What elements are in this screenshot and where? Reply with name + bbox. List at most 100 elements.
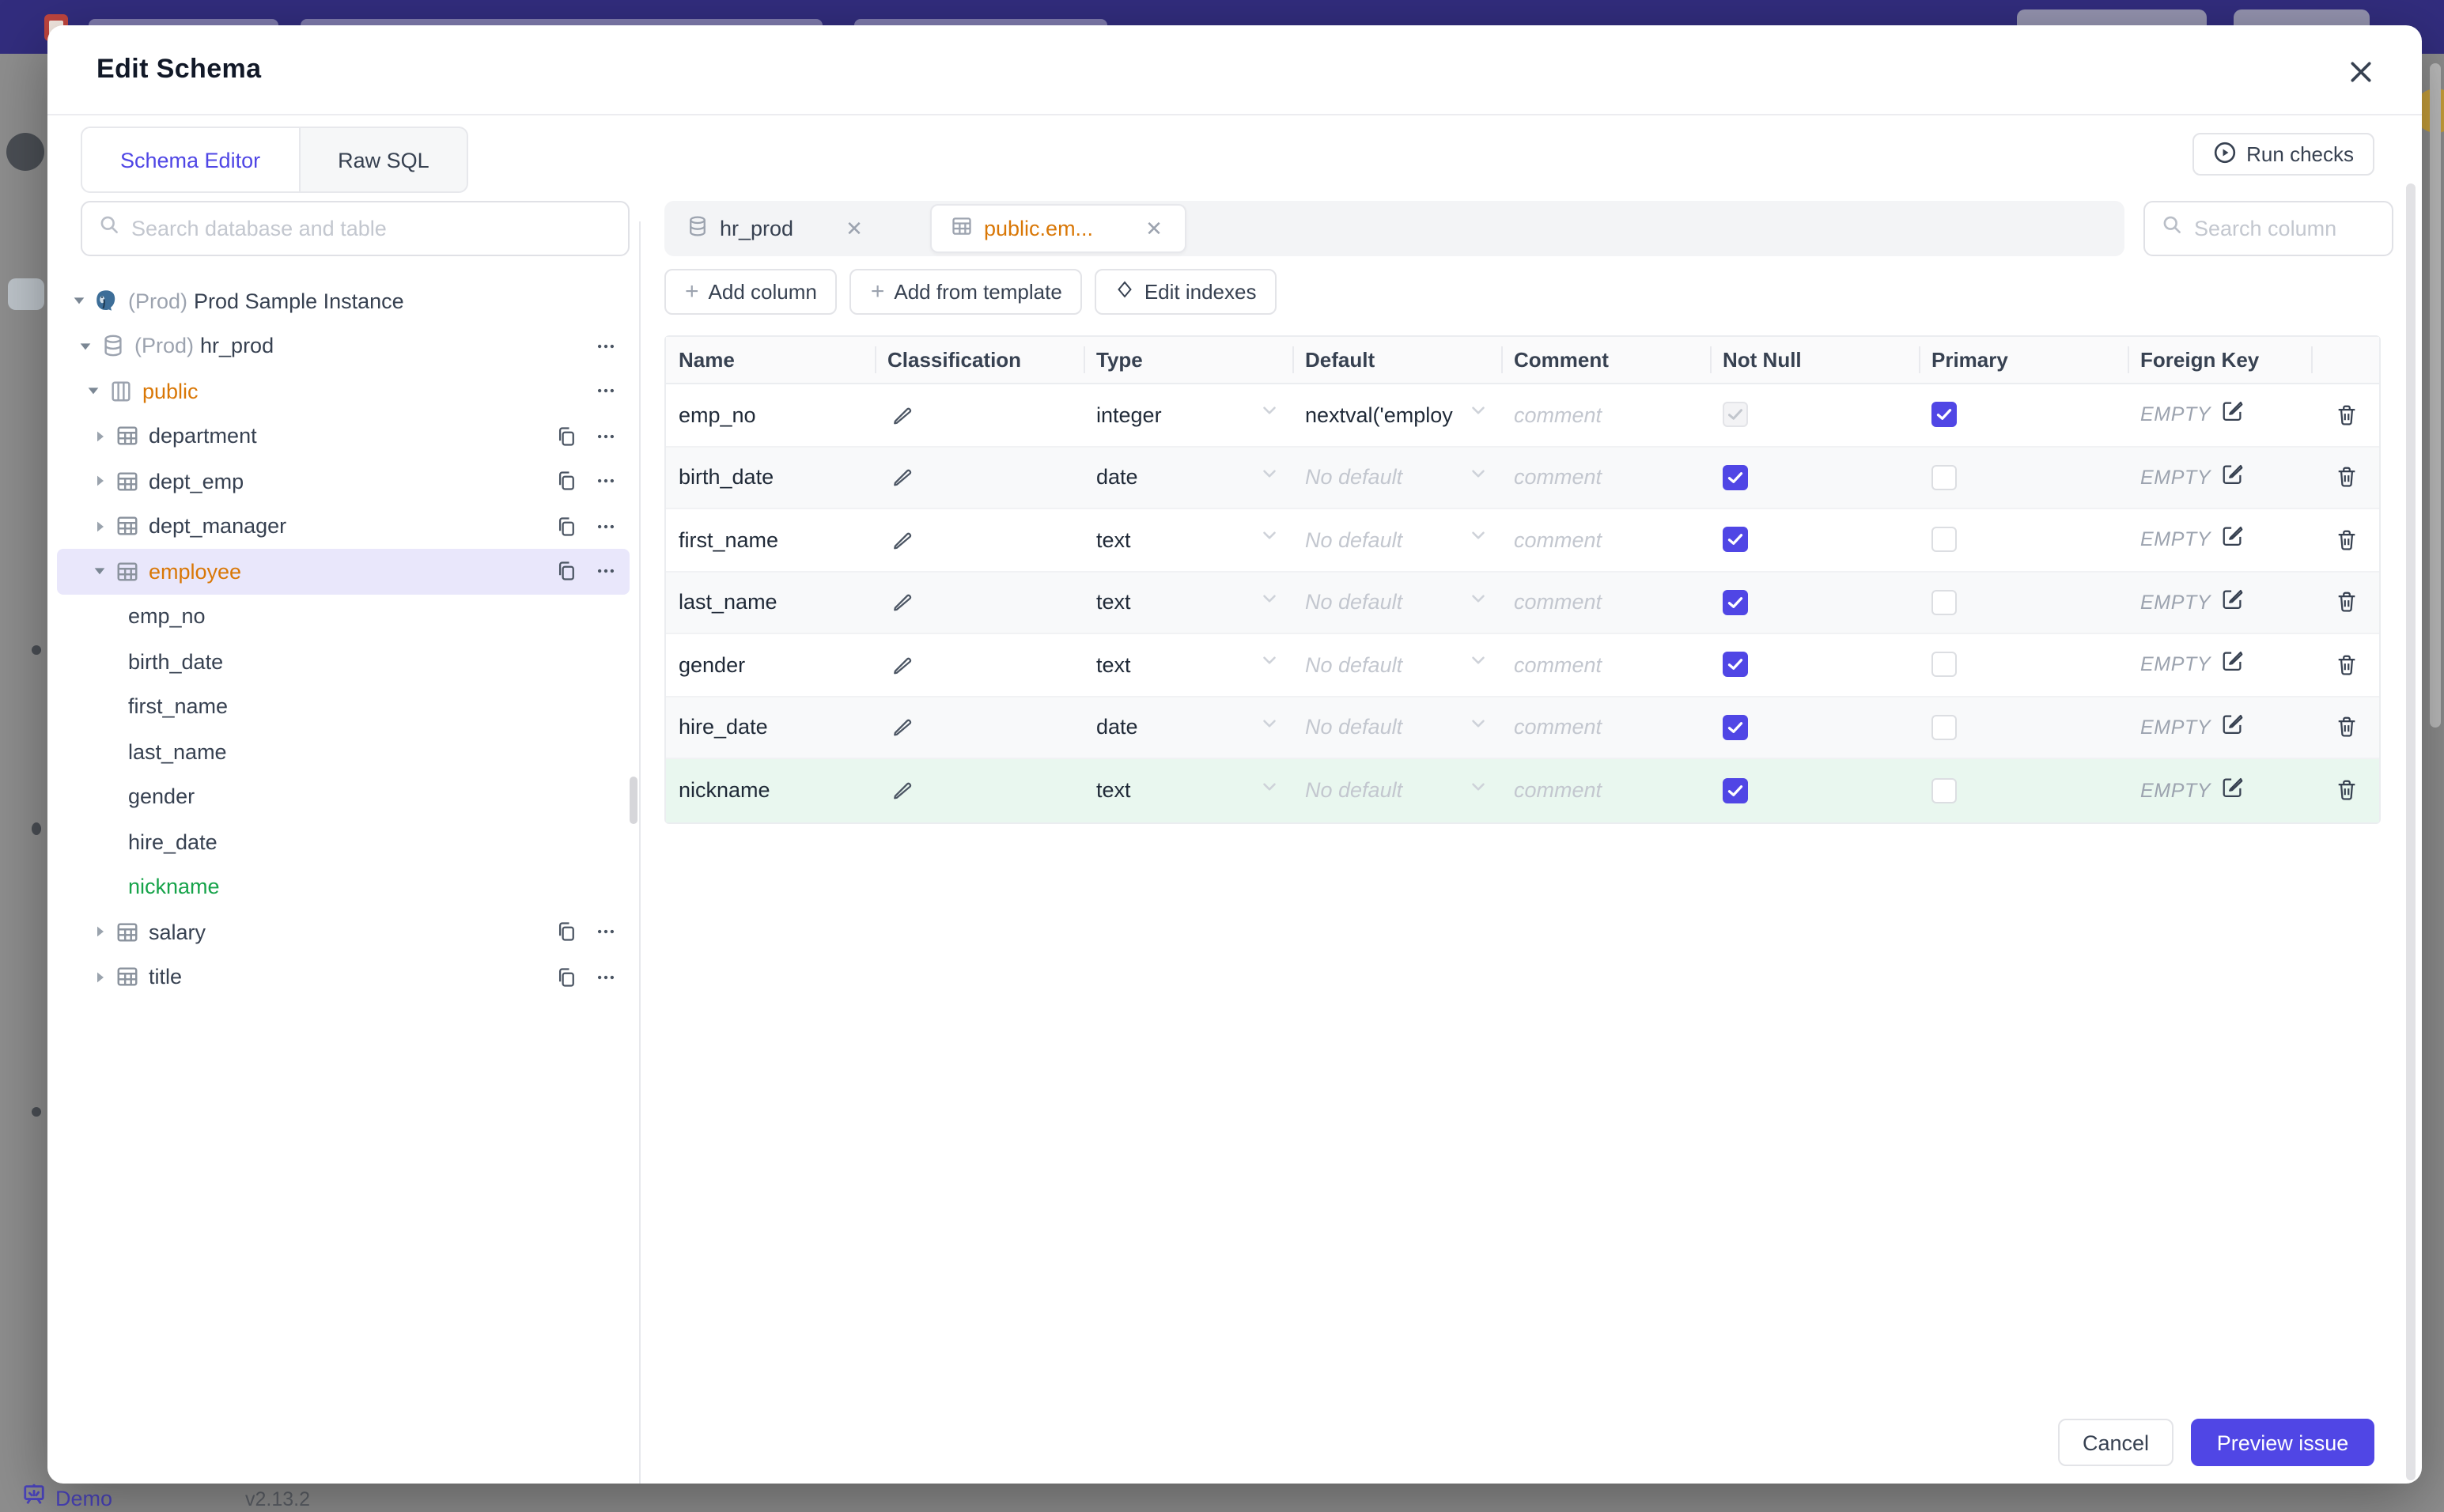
tree-item-public[interactable]: public — [57, 369, 630, 414]
panel-divider[interactable] — [639, 221, 641, 1484]
editor-tab-public-employee[interactable]: public.em... ✕ — [930, 204, 1186, 253]
more-actions-icon[interactable] — [593, 515, 617, 539]
tree-item-gender[interactable]: gender — [57, 774, 630, 819]
default-select[interactable]: No default — [1292, 713, 1501, 742]
tree-item-hire_date[interactable]: hire_date — [57, 819, 630, 864]
edit-classification-icon[interactable] — [887, 588, 916, 617]
more-actions-icon[interactable] — [593, 966, 617, 989]
not-null-checkbox[interactable] — [1723, 777, 1748, 803]
column-name-cell[interactable]: gender — [666, 653, 875, 677]
comment-input[interactable]: comment — [1501, 403, 1710, 427]
caret-right-icon[interactable] — [90, 518, 108, 535]
column-search-input[interactable] — [2194, 217, 2376, 240]
more-actions-icon[interactable] — [593, 560, 617, 584]
editor-tab-hr-prod[interactable]: hr_prod ✕ — [668, 204, 924, 253]
caret-down-icon[interactable] — [70, 293, 87, 310]
delete-column-icon[interactable] — [2332, 777, 2361, 805]
duplicate-table-icon[interactable] — [554, 920, 577, 944]
comment-input[interactable]: comment — [1501, 716, 1710, 739]
sidebar-scrollbar[interactable] — [630, 777, 637, 824]
type-select[interactable]: text — [1084, 651, 1292, 679]
duplicate-table-icon[interactable] — [554, 560, 577, 584]
delete-column-icon[interactable] — [2332, 401, 2361, 429]
type-select[interactable]: integer — [1084, 401, 1292, 429]
default-select[interactable]: No default — [1292, 588, 1501, 617]
caret-right-icon[interactable] — [90, 924, 108, 941]
column-name-cell[interactable]: first_name — [666, 528, 875, 552]
tree-item-employee[interactable]: employee — [57, 549, 630, 594]
comment-input[interactable]: comment — [1501, 528, 1710, 552]
delete-column-icon[interactable] — [2332, 651, 2361, 679]
tree-item-hr_prod[interactable]: (Prod) hr_prod — [57, 323, 630, 369]
more-actions-icon[interactable] — [593, 920, 617, 944]
column-name-cell[interactable]: birth_date — [666, 466, 875, 490]
more-actions-icon[interactable] — [593, 425, 617, 448]
edit-classification-icon[interactable] — [887, 463, 916, 492]
edit-classification-icon[interactable] — [887, 401, 916, 429]
primary-checkbox[interactable] — [1931, 464, 1957, 490]
cancel-button[interactable]: Cancel — [2058, 1419, 2173, 1466]
duplicate-table-icon[interactable] — [554, 425, 577, 448]
not-null-checkbox[interactable] — [1723, 464, 1748, 490]
caret-down-icon[interactable] — [84, 383, 101, 400]
close-tab-icon[interactable]: ✕ — [1145, 216, 1163, 241]
edit-classification-icon[interactable] — [887, 526, 916, 554]
primary-checkbox[interactable] — [1931, 402, 1957, 428]
caret-right-icon[interactable] — [90, 473, 108, 490]
tree-item-department[interactable]: department — [57, 414, 630, 459]
modal-scrollbar[interactable] — [2406, 183, 2416, 1480]
foreign-key-editor[interactable]: EMPTY — [2140, 649, 2244, 681]
caret-right-icon[interactable] — [90, 969, 108, 986]
delete-column-icon[interactable] — [2332, 526, 2361, 554]
type-select[interactable]: date — [1084, 463, 1292, 492]
tree-item-salary[interactable]: salary — [57, 909, 630, 954]
caret-right-icon[interactable] — [90, 428, 108, 445]
delete-column-icon[interactable] — [2332, 713, 2361, 742]
more-actions-icon[interactable] — [593, 380, 617, 403]
primary-checkbox[interactable] — [1931, 777, 1957, 803]
default-select[interactable]: No default — [1292, 777, 1501, 805]
column-name-cell[interactable]: nickname — [666, 779, 875, 803]
column-name-cell[interactable]: last_name — [666, 591, 875, 614]
default-select[interactable]: No default — [1292, 651, 1501, 679]
caret-down-icon[interactable] — [90, 563, 108, 580]
tab-raw-sql[interactable]: Raw SQL — [300, 127, 469, 193]
primary-checkbox[interactable] — [1931, 714, 1957, 740]
edit-indexes-button[interactable]: Edit indexes — [1095, 269, 1277, 315]
foreign-key-editor[interactable]: EMPTY — [2140, 524, 2244, 556]
comment-input[interactable]: comment — [1501, 591, 1710, 614]
close-icon[interactable] — [2343, 54, 2378, 89]
foreign-key-editor[interactable]: EMPTY — [2140, 399, 2244, 431]
duplicate-table-icon[interactable] — [554, 470, 577, 493]
duplicate-table-icon[interactable] — [554, 515, 577, 539]
foreign-key-editor[interactable]: EMPTY — [2140, 712, 2244, 743]
primary-checkbox[interactable] — [1931, 527, 1957, 553]
comment-input[interactable]: comment — [1501, 779, 1710, 803]
tree-item-title[interactable]: title — [57, 954, 630, 1000]
type-select[interactable]: text — [1084, 777, 1292, 805]
edit-classification-icon[interactable] — [887, 713, 916, 742]
run-checks-button[interactable]: Run checks — [2192, 133, 2374, 176]
column-name-cell[interactable]: emp_no — [666, 403, 875, 427]
add-from-template-button[interactable]: + Add from template — [849, 269, 1083, 315]
tree-item-dept_manager[interactable]: dept_manager — [57, 504, 630, 549]
not-null-checkbox[interactable] — [1723, 714, 1748, 740]
tree-item-prodsampleinstance[interactable]: (Prod) Prod Sample Instance — [57, 278, 630, 323]
tree-item-nickname[interactable]: nickname — [57, 864, 630, 909]
primary-checkbox[interactable] — [1931, 589, 1957, 615]
not-null-checkbox[interactable] — [1723, 527, 1748, 553]
comment-input[interactable]: comment — [1501, 466, 1710, 490]
add-column-button[interactable]: + Add column — [664, 269, 838, 315]
primary-checkbox[interactable] — [1931, 652, 1957, 678]
database-search-input[interactable] — [131, 217, 612, 240]
tree-item-first_name[interactable]: first_name — [57, 684, 630, 729]
caret-down-icon[interactable] — [76, 338, 93, 355]
type-select[interactable]: text — [1084, 588, 1292, 617]
foreign-key-editor[interactable]: EMPTY — [2140, 587, 2244, 618]
edit-classification-icon[interactable] — [887, 651, 916, 679]
type-select[interactable]: text — [1084, 526, 1292, 554]
demo-link[interactable]: Demo — [22, 1484, 112, 1512]
default-select[interactable]: nextval('employ — [1292, 401, 1501, 429]
foreign-key-editor[interactable]: EMPTY — [2140, 462, 2244, 493]
tree-item-birth_date[interactable]: birth_date — [57, 639, 630, 684]
